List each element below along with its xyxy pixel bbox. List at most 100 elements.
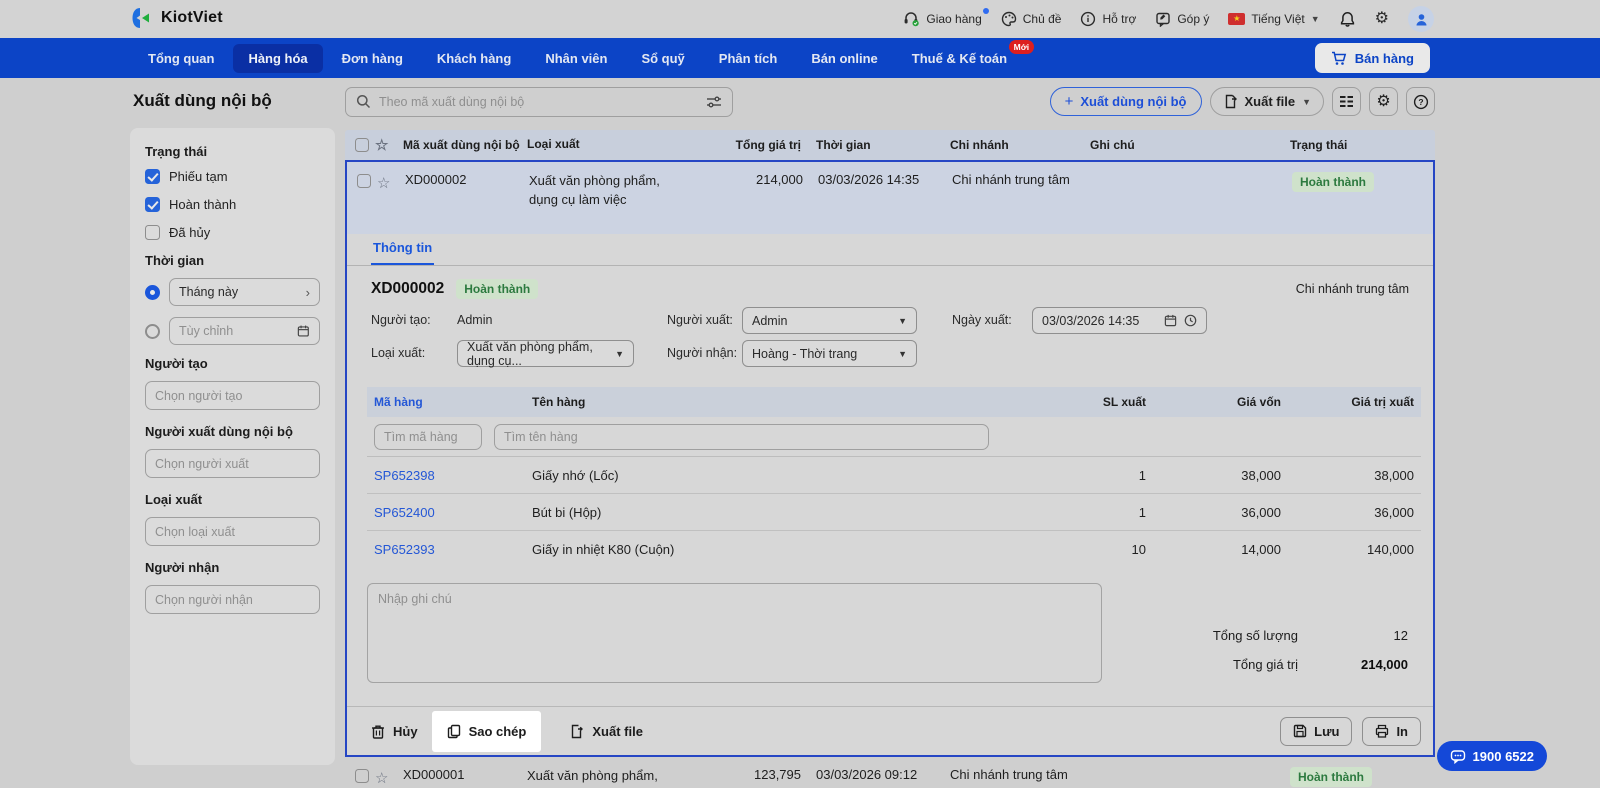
nav-khach-hang[interactable]: Khách hàng	[422, 44, 526, 73]
add-internal-export-button[interactable]: + Xuất dùng nội bộ	[1050, 87, 1202, 116]
row-status: Hoàn thành	[1290, 767, 1435, 787]
item-code-link[interactable]: SP652400	[367, 505, 532, 520]
print-button[interactable]: In	[1362, 717, 1421, 746]
language-selector[interactable]: ★ Tiếng Việt ▼	[1228, 12, 1319, 26]
item-code-link[interactable]: SP652393	[367, 542, 532, 557]
col-header-status[interactable]: Trạng thái	[1290, 138, 1435, 152]
item-code-search[interactable]	[374, 424, 482, 450]
main-nav: Tổng quan Hàng hóa Đơn hàng Khách hàng N…	[0, 38, 1600, 78]
creator-filter-input[interactable]	[145, 381, 320, 410]
support-menu-item[interactable]: Hỗ trợ	[1080, 11, 1136, 27]
table-row[interactable]: ☆ XD000002 Xuất văn phòng phẩm, dụng cụ …	[347, 162, 1433, 234]
nav-don-hang[interactable]: Đơn hàng	[327, 44, 418, 73]
theme-menu-item[interactable]: Chủ đề	[1001, 11, 1062, 27]
checkbox-phieu-tam[interactable]	[145, 169, 160, 184]
nav-thue-ke-toan[interactable]: Thuế & Kế toán Mới	[897, 44, 1022, 73]
column-settings-button[interactable]	[1332, 87, 1361, 116]
kiotviet-logo[interactable]: KiotViet	[128, 5, 223, 31]
user-avatar-button[interactable]	[1408, 6, 1434, 32]
item-row[interactable]: SP652400 Bút bi (Hộp) 1 36,000 36,000	[367, 494, 1421, 531]
nav-ban-online[interactable]: Bán online	[796, 44, 892, 73]
advanced-filter-icon[interactable]	[706, 95, 722, 109]
col-header-code[interactable]: Mã xuất dùng nội bộ	[403, 138, 527, 152]
type-filter-input[interactable]	[145, 517, 320, 546]
star-column-header[interactable]: ☆	[375, 136, 403, 154]
cancel-button[interactable]: Hủy	[371, 724, 418, 739]
time-preset-value: Tháng này	[179, 285, 238, 299]
col-header-total[interactable]: Tổng giá trị	[689, 138, 801, 152]
delivery-menu-item[interactable]: Giao hàng	[903, 11, 981, 27]
item-name-search-input[interactable]	[504, 430, 979, 444]
radio-time-preset[interactable]	[145, 285, 160, 300]
calendar-icon[interactable]	[1164, 314, 1177, 327]
export-date-input[interactable]: 03/03/2026 14:35	[1032, 307, 1207, 334]
row-checkbox[interactable]	[355, 769, 369, 783]
search-input[interactable]	[379, 95, 698, 109]
col-header-note[interactable]: Ghi chú	[1090, 138, 1290, 152]
nav-hang-hoa[interactable]: Hàng hóa	[233, 44, 322, 73]
exporter-select-value: Admin	[752, 314, 787, 328]
feedback-label: Góp ý	[1177, 12, 1209, 26]
col-header-branch[interactable]: Chi nhánh	[950, 138, 1090, 152]
exporter-select[interactable]: Admin ▼	[742, 307, 917, 334]
type-field[interactable]	[155, 525, 310, 539]
notifications-button[interactable]	[1339, 11, 1356, 28]
note-textarea[interactable]	[367, 583, 1102, 683]
export-file-button[interactable]: Xuất file ▼	[1210, 87, 1325, 116]
copy-button[interactable]: Sao chép	[432, 711, 542, 752]
row-checkbox[interactable]	[357, 174, 371, 188]
nav-so-quy[interactable]: Sổ quỹ	[626, 44, 699, 73]
item-row[interactable]: SP652398 Giấy nhớ (Lốc) 1 38,000 38,000	[367, 457, 1421, 494]
creator-field[interactable]	[155, 389, 310, 403]
receiver-filter-input[interactable]	[145, 585, 320, 614]
detail-title-row: XD000002 Hoàn thành Chi nhánh trung tâm	[347, 266, 1433, 305]
sell-button-label: Bán hàng	[1355, 51, 1414, 66]
radio-time-custom[interactable]	[145, 324, 160, 339]
col-header-time[interactable]: Thời gian	[801, 138, 950, 152]
item-code-search-input[interactable]	[384, 430, 472, 444]
export-file-action[interactable]: Xuất file	[569, 724, 643, 739]
checkbox-hoan-thanh[interactable]	[145, 197, 160, 212]
item-code-link[interactable]: SP652398	[367, 468, 532, 483]
exporter-filter-input[interactable]	[145, 449, 320, 478]
favorite-star-icon[interactable]: ☆	[377, 172, 405, 192]
nav-phan-tich[interactable]: Phân tích	[704, 44, 793, 73]
settings-button[interactable]: ⚙	[1375, 11, 1389, 27]
col-header-type[interactable]: Loại xuất	[527, 136, 689, 153]
export-type-select-value: Xuất văn phòng phẩm, dụng cụ...	[467, 340, 607, 368]
time-custom-input[interactable]	[169, 317, 320, 345]
checkbox-da-huy[interactable]	[145, 225, 160, 240]
receiver-field[interactable]	[155, 593, 310, 607]
nav-tong-quan[interactable]: Tổng quan	[133, 44, 229, 73]
status-option-label: Phiếu tạm	[169, 169, 228, 184]
search-box[interactable]	[345, 87, 733, 117]
save-button[interactable]: Lưu	[1280, 717, 1352, 746]
table-row[interactable]: ☆ XD000001 Xuất văn phòng phẩm, dụng cụ …	[345, 757, 1435, 788]
bell-icon	[1339, 11, 1356, 28]
status-option-label: Đã hủy	[169, 225, 210, 240]
nav-nhan-vien[interactable]: Nhân viên	[530, 44, 622, 73]
help-button[interactable]: ?	[1406, 87, 1435, 116]
clock-icon[interactable]	[1184, 314, 1197, 327]
favorite-star-icon[interactable]: ☆	[375, 767, 403, 787]
status-option-phieu-tam[interactable]: Phiếu tạm	[145, 169, 320, 184]
item-name-search[interactable]	[494, 424, 989, 450]
detail-panel: Thông tin XD000002 Hoàn thành Chi nhánh …	[347, 234, 1433, 755]
sell-button[interactable]: Bán hàng	[1315, 43, 1430, 73]
detail-field-row-2: Loại xuất: Xuất văn phòng phẩm, dụng cụ.…	[347, 338, 1433, 371]
receiver-select[interactable]: Hoàng - Thời trang ▼	[742, 340, 917, 367]
support-hotline-chip[interactable]: 1900 6522	[1437, 741, 1547, 771]
export-type-select[interactable]: Xuất văn phòng phẩm, dụng cụ... ▼	[457, 340, 634, 367]
status-option-da-huy[interactable]: Đã hủy	[145, 225, 320, 240]
feedback-menu-item[interactable]: Góp ý	[1155, 11, 1209, 27]
tab-thong-tin[interactable]: Thông tin	[371, 240, 434, 265]
time-custom-field[interactable]	[179, 324, 297, 338]
item-row[interactable]: SP652393 Giấy in nhiệt K80 (Cuộn) 10 14,…	[367, 531, 1421, 568]
settings-button-toolbar[interactable]: ⚙	[1369, 87, 1398, 116]
status-option-hoan-thanh[interactable]: Hoàn thành	[145, 197, 320, 212]
type-filter-heading: Loại xuất	[145, 492, 320, 507]
cart-icon	[1331, 51, 1347, 66]
exporter-field[interactable]	[155, 457, 310, 471]
select-all-checkbox[interactable]	[355, 138, 369, 152]
time-preset-select[interactable]: Tháng này ›	[169, 278, 320, 306]
